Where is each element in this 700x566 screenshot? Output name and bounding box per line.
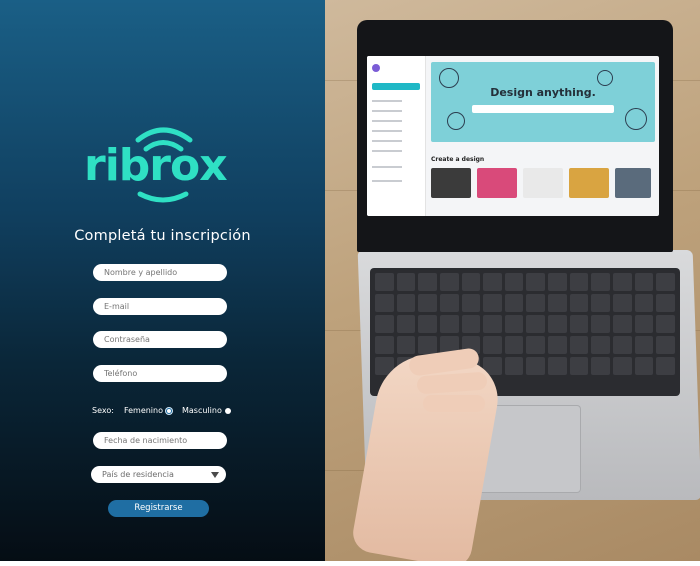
sex-option-femenino-label: Femenino bbox=[123, 406, 163, 415]
ribrox-logo: ribrox bbox=[84, 127, 228, 203]
sex-option-masculino[interactable]: Masculino bbox=[182, 406, 231, 415]
signup-panel: ribrox Completá tu inscripción Sexo: Fem… bbox=[0, 0, 325, 561]
sex-label: Sexo: bbox=[92, 406, 114, 415]
register-button[interactable]: Registrarse bbox=[108, 500, 209, 517]
dropdown-arrow-icon bbox=[211, 471, 219, 478]
birthdate-field[interactable] bbox=[93, 432, 227, 449]
screen-sidebar bbox=[367, 56, 426, 216]
sex-option-femenino[interactable]: Femenino bbox=[124, 406, 172, 415]
radio-masculino[interactable] bbox=[224, 407, 231, 414]
bottom-border bbox=[0, 561, 700, 566]
phone-field[interactable] bbox=[93, 365, 227, 382]
email-field[interactable] bbox=[93, 298, 227, 315]
svg-text:ribrox: ribrox bbox=[84, 140, 227, 191]
country-select-value: País de residencia bbox=[102, 470, 174, 479]
screen-search-bar bbox=[472, 105, 614, 113]
screen-section-title: Create a design bbox=[431, 156, 485, 163]
name-field[interactable] bbox=[93, 264, 227, 281]
country-select[interactable]: País de residencia bbox=[91, 466, 226, 483]
sex-option-masculino-label: Masculino bbox=[182, 406, 222, 415]
screen-banner bbox=[431, 62, 655, 142]
sex-radio-group: Sexo: Femenino Masculino bbox=[92, 406, 231, 415]
screen-headline: Design anything. bbox=[490, 86, 596, 99]
hero-photo: Design anything. Create a design bbox=[325, 0, 700, 561]
password-field[interactable] bbox=[93, 331, 227, 348]
laptop-screen: Design anything. Create a design bbox=[367, 56, 659, 216]
form-title: Completá tu inscripción bbox=[74, 228, 251, 244]
radio-femenino[interactable] bbox=[166, 407, 172, 414]
